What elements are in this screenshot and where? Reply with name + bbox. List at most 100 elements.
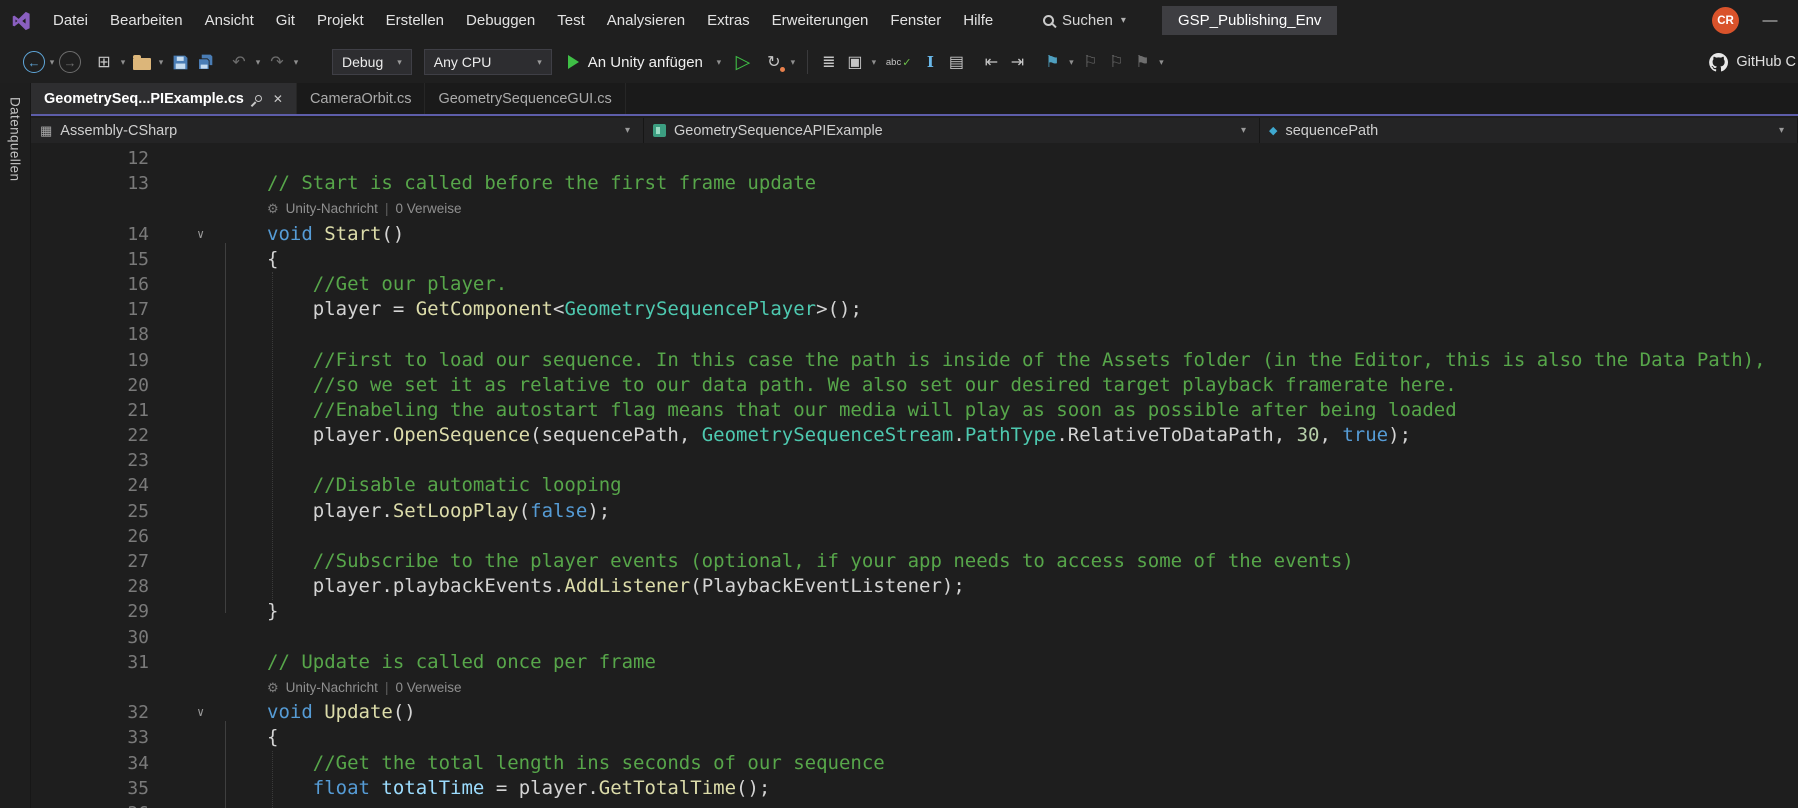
word-completion-icon[interactable]: abc ✓	[886, 48, 912, 76]
code-row: ⚙ Unity-Nachricht | 0 Verweise	[31, 196, 1798, 221]
member-list-icon[interactable]: ≣	[817, 48, 841, 76]
code-line[interactable]: //Get our player.	[267, 272, 507, 297]
platform-dropdown[interactable]: Any CPU ▾	[423, 49, 552, 75]
save-icon[interactable]	[168, 48, 192, 76]
navigate-forward-icon[interactable]: →	[59, 51, 81, 73]
member-dropdown-icon[interactable]: ▤	[944, 48, 968, 76]
line-number: 13	[127, 173, 149, 195]
code-line[interactable]: player.OpenSequence(sequencePath, Geomet…	[267, 423, 1411, 448]
code-line[interactable]: //First to load our sequence. In this ca…	[267, 348, 1766, 373]
github-label: GitHub C	[1736, 54, 1796, 70]
tab-geometrysequencegui-cs[interactable]: GeometrySequenceGUI.cs	[425, 83, 626, 114]
chevron-down-icon[interactable]: ▾	[787, 57, 799, 68]
code-line[interactable]: //Get the total length ins seconds of ou…	[267, 751, 885, 776]
redo-icon[interactable]: ↷	[265, 48, 289, 76]
datasources-vertical-tab[interactable]: Datenquellen	[8, 97, 23, 181]
bookmark-window-icon[interactable]: ⚑	[1130, 48, 1154, 76]
chevron-down-icon[interactable]: ▾	[155, 57, 167, 68]
code-line[interactable]: //Subscribe to the player events (option…	[267, 549, 1354, 574]
code-line[interactable]: }	[267, 599, 278, 624]
code-line[interactable]: //so we set it as relative to our data p…	[267, 373, 1457, 398]
menu-item-hilfe[interactable]: Hilfe	[952, 0, 1004, 41]
close-tab-icon[interactable]: ✕	[273, 92, 283, 106]
tab-cameraorbit-cs[interactable]: CameraOrbit.cs	[297, 83, 426, 114]
attach-to-unity-button[interactable]: An Unity anfügen	[567, 54, 703, 71]
code-line[interactable]: {	[267, 247, 278, 272]
menu-item-extras[interactable]: Extras	[696, 0, 761, 41]
chevron-down-icon[interactable]: ▾	[117, 57, 129, 68]
menu-item-ansicht[interactable]: Ansicht	[194, 0, 265, 41]
chevron-down-icon[interactable]: ▾	[1065, 57, 1077, 68]
new-project-icon[interactable]: ⊞	[92, 48, 116, 76]
hot-reload-icon[interactable]: ↻	[762, 48, 786, 76]
codelens-info[interactable]: ⚙ Unity-Nachricht | 0 Verweise	[267, 675, 462, 700]
fold-margin[interactable]: ∨	[149, 222, 267, 247]
pin-icon[interactable]	[253, 93, 264, 104]
collapse-chevron-icon[interactable]: ∨	[197, 700, 204, 725]
member-dropdown[interactable]: ◆ sequencePath ▾	[1260, 118, 1798, 143]
chevron-down-icon[interactable]: ▾	[290, 57, 302, 68]
menu-item-erweiterungen[interactable]: Erweiterungen	[761, 0, 880, 41]
text-cursor-icon[interactable]: I	[918, 48, 942, 76]
codelens-references[interactable]: 0 Verweise	[395, 196, 461, 221]
chevron-down-icon: ▾	[1240, 125, 1246, 136]
minimize-button[interactable]: —	[1752, 0, 1788, 41]
menu-item-datei[interactable]: Datei	[42, 0, 99, 41]
environment-button[interactable]: GSP_Publishing_Env	[1162, 6, 1338, 35]
codelens-references[interactable]: 0 Verweise	[395, 675, 461, 700]
menu-item-git[interactable]: Git	[265, 0, 306, 41]
next-bookmark-icon[interactable]: ⚐	[1104, 48, 1128, 76]
chevron-down-icon[interactable]: ▾	[713, 57, 725, 68]
save-all-icon[interactable]	[194, 48, 218, 76]
menu-item-projekt[interactable]: Projekt	[306, 0, 375, 41]
code-line[interactable]: void Update()	[267, 700, 416, 725]
menu-item-fenster[interactable]: Fenster	[879, 0, 952, 41]
menu-item-debuggen[interactable]: Debuggen	[455, 0, 546, 41]
line-number: 32	[127, 702, 149, 724]
search-control[interactable]: Suchen ▾	[1043, 0, 1126, 41]
code-line[interactable]: float totalTime = player.GetTotalTime();	[267, 776, 771, 801]
start-without-debugging-icon[interactable]: ▷	[731, 48, 755, 76]
chevron-down-icon[interactable]: ▾	[252, 57, 264, 68]
code-editor[interactable]: 12 13 // Start is called before the first …	[31, 143, 1798, 808]
code-line[interactable]: player.SetLoopPlay(false);	[267, 499, 610, 524]
toggle-bookmark-icon[interactable]: ⚑	[1040, 48, 1064, 76]
open-folder-icon[interactable]	[130, 48, 154, 76]
project-dropdown[interactable]: ▦ Assembly-CSharp ▾	[31, 118, 644, 143]
menu-item-test[interactable]: Test	[546, 0, 596, 41]
navigate-back-icon[interactable]: ←	[23, 51, 45, 73]
tab-geometryseq-piexample-cs[interactable]: GeometrySeq...PIExample.cs ✕	[31, 83, 297, 114]
code-row: 35 float totalTime = player.GetTotalTime…	[31, 776, 1798, 801]
toolbar-overflow-icon[interactable]: ▾	[1155, 57, 1167, 68]
type-dropdown[interactable]: GeometrySequenceAPIExample ▾	[644, 118, 1260, 143]
user-avatar[interactable]: CR	[1712, 7, 1739, 34]
menu-item-erstellen[interactable]: Erstellen	[375, 0, 455, 41]
codelens-label: Unity-Nachricht	[285, 201, 378, 217]
menu-bar: Datei Bearbeiten Ansicht Git Projekt Erstelle…	[0, 0, 1798, 41]
chevron-down-icon[interactable]: ▾	[868, 57, 880, 68]
github-copilot-button[interactable]: GitHub C	[1708, 41, 1796, 83]
undo-icon[interactable]: ↶	[227, 48, 251, 76]
code-line[interactable]: {	[267, 725, 278, 750]
code-line[interactable]: // Update is called once per frame	[267, 650, 656, 675]
previous-bookmark-icon[interactable]: ⚐	[1078, 48, 1102, 76]
code-line[interactable]: player = GetComponent<GeometrySequencePl…	[267, 297, 862, 322]
code-line[interactable]: //Disable automatic looping	[267, 473, 622, 498]
code-line[interactable]: void Start()	[267, 222, 404, 247]
menu-item-analysieren[interactable]: Analysieren	[596, 0, 696, 41]
debug-configuration-dropdown[interactable]: Debug ▾	[332, 49, 412, 75]
code-line[interactable]: player.playbackEvents.AddListener(Playba…	[267, 574, 965, 599]
fold-margin[interactable]: ∨	[149, 700, 267, 725]
code-row: 32 ∨ void Update()	[31, 700, 1798, 725]
code-line[interactable]: // Start is called before the first fram…	[267, 171, 816, 196]
code-line[interactable]: //Enabeling the autostart flag means tha…	[267, 398, 1457, 423]
codelens-info[interactable]: ⚙ Unity-Nachricht | 0 Verweise	[267, 196, 462, 221]
decrease-indent-icon[interactable]: ⇤	[979, 48, 1003, 76]
chevron-down-icon[interactable]: ▾	[46, 57, 58, 68]
menu-item-bearbeiten[interactable]: Bearbeiten	[99, 0, 194, 41]
code-row: 34 //Get the total length ins seconds of…	[31, 751, 1798, 776]
increase-indent-icon[interactable]: ⇥	[1005, 48, 1029, 76]
project-name: Assembly-CSharp	[60, 122, 178, 139]
collapse-chevron-icon[interactable]: ∨	[197, 222, 204, 247]
parameter-info-icon[interactable]: ▣	[843, 48, 867, 76]
